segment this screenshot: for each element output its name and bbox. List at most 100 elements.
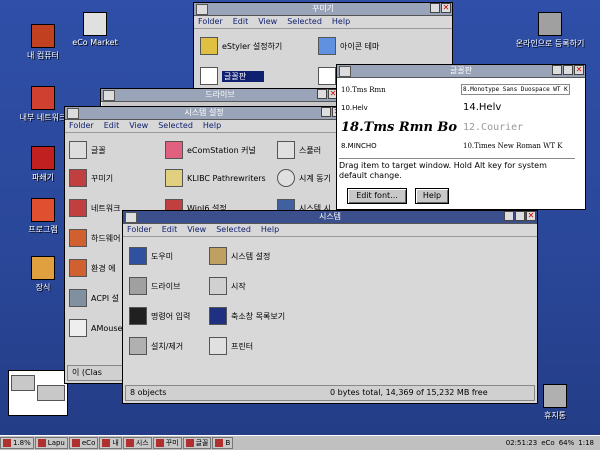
startup-item[interactable]: 시작 [209,277,246,295]
environment-item[interactable]: 환경 에 [69,259,116,277]
drive-titlebar[interactable]: 드라이브 ✕ [101,89,339,102]
network-item[interactable]: 네트워크 [69,199,120,217]
font-swatch[interactable]: 14.Helv [463,102,501,113]
acpi-item[interactable]: ACPI 설 [69,289,119,307]
ecs-kernel-item[interactable]: eComStation 커널 [165,141,256,159]
font-swatch[interactable]: 8.MINCHO [341,142,377,150]
estyler-label: eStyler 설정하기 [222,41,283,51]
font-swatch[interactable]: 10.Tms Rmn [341,86,386,94]
klibc-item[interactable]: KLIBC Pathrewriters [165,169,266,187]
maximize-icon[interactable] [515,211,525,221]
font-item[interactable]: 글꼴 [69,141,106,159]
ecomarket-label: eCo Market [72,38,118,47]
menu-edit[interactable]: Edit [162,224,178,236]
taskbar-item[interactable]: 글꼴 [182,437,212,449]
battery-indicator[interactable]: 64% [559,439,575,447]
close-icon[interactable]: ✕ [574,65,584,75]
printers-item[interactable]: 프린터 [209,337,253,355]
cpu-icon [3,439,11,447]
hardware-item[interactable]: 하드웨어 [69,229,120,247]
menu-view[interactable]: View [258,16,277,28]
taskbar-item[interactable]: 1.8% [0,437,34,449]
system-settings-item[interactable]: 시스템 설정 [209,247,270,265]
amouse-item[interactable]: AMouse [69,319,122,337]
install-remove-label: 설치/제거 [151,341,184,351]
customize-item[interactable]: 꾸미기 [69,169,113,187]
font-palette-item[interactable]: 글꼴판 [200,67,265,85]
menu-selected[interactable]: Selected [216,224,251,236]
menu-edit[interactable]: Edit [104,120,120,132]
menu-folder[interactable]: Folder [127,224,152,236]
font-palette-window[interactable]: 글꼴판 ✕ 8.Monotype Sans Duospace WT K 10.T… [336,64,586,210]
ecomarket-icon[interactable]: eCo Market [60,12,130,47]
minimize-icon[interactable] [504,211,514,221]
assistant-item[interactable]: 도우미 [129,247,173,265]
close-icon[interactable]: ✕ [441,3,451,13]
command-prompt-label: 명령어 입력 [151,311,191,321]
estyler-item[interactable]: eStyler 설정하기 [200,37,282,55]
menu-view[interactable]: View [187,224,206,236]
system-settings-icon [209,247,227,265]
system-menu-icon[interactable] [103,90,115,101]
edit-font-button[interactable]: Edit font... [347,188,407,204]
spooler-item[interactable]: 스풀러 [277,141,321,159]
menu-help[interactable]: Help [332,16,350,28]
menu-edit[interactable]: Edit [233,16,249,28]
clock-sync-label: 시계 동기 [299,173,331,183]
drives-item[interactable]: 드라이브 [129,277,180,295]
menu-help[interactable]: Help [261,224,279,236]
drive-title: 드라이브 [205,90,235,99]
app-icon [215,439,224,447]
font-swatch[interactable]: 10.Helv [341,104,368,112]
font-swatch[interactable]: 18.Tms Rmn Bo [341,120,459,135]
minimize-icon[interactable] [430,3,440,13]
minimized-list-item[interactable]: 축소창 목록보기 [209,307,285,325]
spooler-label: 스풀러 [299,145,322,155]
help-button[interactable]: Help [415,188,449,204]
font-palette-label: 글꼴판 [222,70,265,82]
close-icon[interactable]: ✕ [526,211,536,221]
maximize-icon[interactable] [563,65,573,75]
system-titlebar[interactable]: 시스템 ✕ [123,211,537,224]
window-list-preview[interactable] [8,370,68,416]
menu-help[interactable]: Help [203,120,221,132]
menu-view[interactable]: View [129,120,148,132]
taskbar-item[interactable]: B [212,437,234,449]
system-settings-titlebar[interactable]: 시스템 설정 ✕ [65,107,343,120]
my-computer-label: 내 컴퓨터 [27,51,59,60]
system-window[interactable]: 시스템 ✕ Folder Edit View Selected Help 도우미… [122,210,538,404]
clock[interactable]: 02:51:23 [506,439,537,447]
system-menu-icon[interactable] [125,212,137,223]
trash-label: 휴지통 [543,411,567,420]
menu-folder[interactable]: Folder [69,120,94,132]
customize-titlebar[interactable]: 꾸미기 ✕ [194,3,452,16]
clock-sync-item[interactable]: 시계 동기 [277,169,331,187]
menu-folder[interactable]: Folder [198,16,223,28]
system-menu-icon[interactable] [339,66,351,77]
icon-theme-item[interactable]: 아이콘 테마 [318,37,379,55]
install-remove-item[interactable]: 설치/제거 [129,337,183,355]
drives-icon [129,277,147,295]
taskbar-item[interactable]: 꾸미 [152,437,182,449]
minimize-icon[interactable] [317,89,327,99]
command-prompt-item[interactable]: 명령어 입력 [129,307,190,325]
font-swatch[interactable]: 10.Times New Roman WT K [463,142,562,150]
menu-selected[interactable]: Selected [158,120,193,132]
minimize-icon[interactable] [321,107,331,117]
font-palette-titlebar[interactable]: 글꼴판 ✕ [337,65,585,78]
amouse-label: AMouse [91,323,123,333]
menu-selected[interactable]: Selected [287,16,322,28]
system-menu-icon[interactable] [67,108,79,119]
taskbar-item[interactable]: 시스 [122,437,152,449]
spooler-icon [277,141,295,159]
taskbar-item[interactable]: Lapu [34,437,68,449]
online-update-icon[interactable]: 온라인으로 등록하기 [505,12,595,49]
font-swatch[interactable]: 12.Courier [463,122,523,133]
clock-icon [277,169,295,187]
taskbar-item[interactable]: 내 [99,437,122,449]
environment-icon [69,259,87,277]
taskbar-item[interactable]: eCo [68,437,99,449]
font-swatch[interactable]: 8.Monotype Sans Duospace WT K [461,84,570,95]
minimize-icon[interactable] [552,65,562,75]
system-menu-icon[interactable] [196,4,208,15]
